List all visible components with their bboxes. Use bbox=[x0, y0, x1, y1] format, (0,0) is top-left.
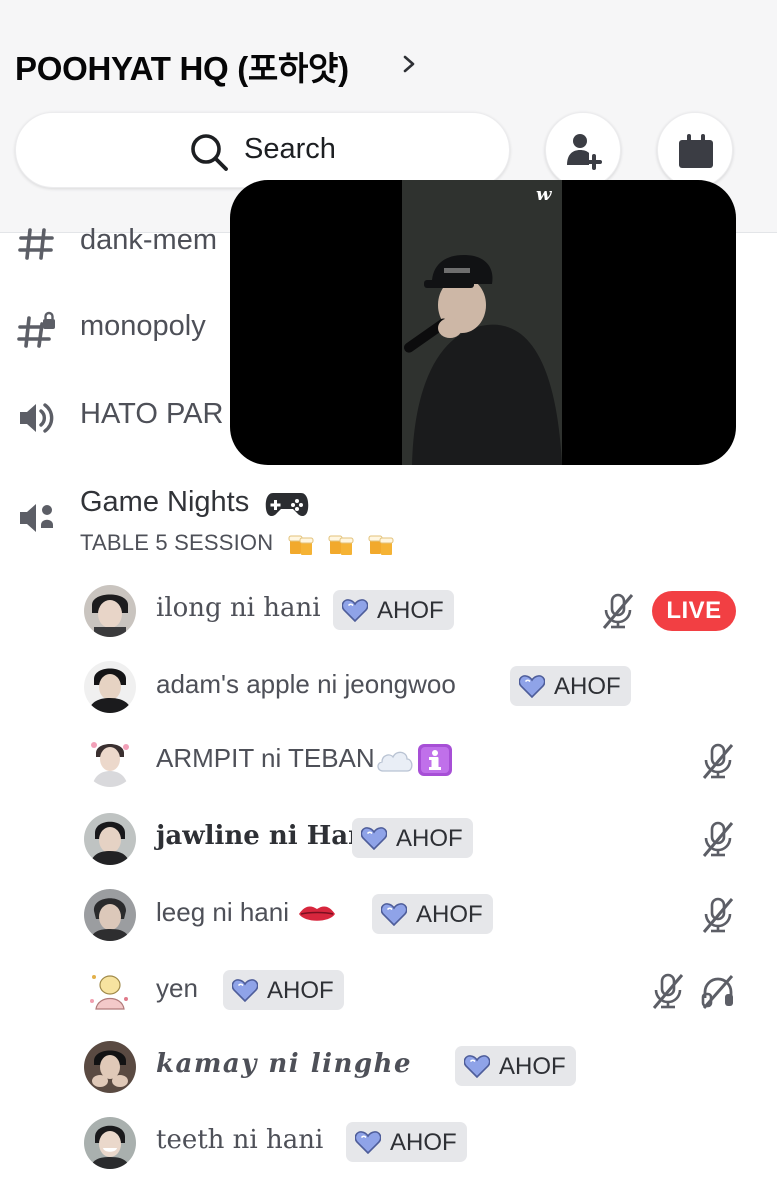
avatar bbox=[84, 1041, 136, 1093]
server-tag: AHOF bbox=[372, 894, 493, 934]
controller-emoji bbox=[266, 493, 309, 517]
channel-name: monopoly bbox=[80, 310, 206, 342]
search-icon bbox=[191, 134, 228, 171]
avatar bbox=[84, 965, 136, 1017]
voice-member[interactable]: adam's apple ni jeongwoo AHOF bbox=[0, 656, 777, 718]
server-tag: AHOF bbox=[333, 590, 454, 630]
locked-hashtag-icon bbox=[17, 311, 55, 348]
member-name: ARMPIT ni TEBAN bbox=[156, 743, 453, 777]
performer-image bbox=[402, 180, 562, 465]
avatar bbox=[84, 889, 136, 941]
member-name: adam's apple ni jeongwoo bbox=[156, 669, 456, 699]
heart-icon bbox=[519, 675, 545, 698]
heart-icon bbox=[381, 903, 407, 926]
heart-icon bbox=[342, 599, 368, 622]
muted-mic-icon bbox=[702, 821, 734, 857]
muted-mic-icon bbox=[602, 593, 634, 629]
beer-emoji bbox=[368, 535, 394, 556]
member-name: ilong ni hani bbox=[156, 593, 321, 623]
avatar bbox=[84, 1117, 136, 1169]
server-tag: AHOF bbox=[455, 1046, 576, 1086]
add-friend-button[interactable] bbox=[545, 112, 621, 188]
member-name: leeg ni hani bbox=[156, 897, 337, 928]
weverse-logo: w bbox=[536, 184, 552, 205]
heart-icon bbox=[464, 1055, 490, 1078]
voice-member[interactable]: leeg ni hani AHOF bbox=[0, 884, 777, 946]
voice-member[interactable]: teeth ni hani AHOF bbox=[0, 1112, 777, 1174]
lips-emoji bbox=[299, 906, 335, 921]
muted-mic-icon bbox=[702, 743, 734, 779]
video-frame bbox=[402, 180, 562, 465]
heart-icon bbox=[361, 827, 387, 850]
channel-game-nights[interactable]: Game Nights bbox=[0, 476, 777, 536]
voice-speaker-icon bbox=[20, 504, 53, 532]
events-button[interactable] bbox=[657, 112, 733, 188]
channel-name: dank-mem bbox=[80, 224, 217, 256]
add-friend-icon bbox=[567, 134, 602, 170]
voice-member[interactable]: ARMPIT ni TEBAN bbox=[0, 730, 777, 792]
member-name: yen bbox=[156, 973, 198, 1003]
cloud-emoji bbox=[377, 751, 413, 772]
heart-icon bbox=[355, 1131, 381, 1154]
beer-emoji bbox=[328, 535, 354, 556]
server-tag: AHOF bbox=[352, 818, 473, 858]
voice-member[interactable]: jawline ni Hani AHOF bbox=[0, 808, 777, 870]
avatar bbox=[84, 813, 136, 865]
member-name: jawline ni Hani bbox=[156, 821, 377, 851]
avatar bbox=[84, 585, 136, 637]
server-title[interactable]: POOHYAT HQ (포하얏) bbox=[15, 42, 349, 90]
avatar bbox=[84, 735, 136, 787]
member-name: teeth ni hani bbox=[156, 1125, 324, 1155]
muted-mic-icon bbox=[652, 973, 684, 1009]
muted-mic-icon bbox=[702, 897, 734, 933]
server-tag: AHOF bbox=[510, 666, 631, 706]
voice-member[interactable]: kamay ni linghe AHOF bbox=[0, 1036, 777, 1098]
channel-status: TABLE 5 SESSION bbox=[80, 530, 396, 557]
pip-video-player[interactable]: w bbox=[230, 180, 736, 465]
info-emoji bbox=[417, 744, 452, 777]
channel-name: HATO PAR bbox=[80, 398, 224, 430]
search-label: Search bbox=[244, 133, 336, 165]
speaker-icon bbox=[20, 403, 54, 433]
hashtag-icon bbox=[18, 228, 54, 260]
server-tag: AHOF bbox=[346, 1122, 467, 1162]
voice-member[interactable]: yen AHOF bbox=[0, 960, 777, 1022]
channel-name: Game Nights bbox=[80, 486, 309, 519]
chevron-right-icon[interactable] bbox=[398, 48, 420, 80]
server-tag: AHOF bbox=[223, 970, 344, 1010]
calendar-icon bbox=[679, 134, 713, 168]
deafened-headphones-icon bbox=[701, 975, 734, 1009]
voice-member[interactable]: ilong ni hani AHOF LIVE bbox=[0, 580, 777, 642]
member-name: kamay ni linghe bbox=[156, 1049, 412, 1079]
heart-icon bbox=[232, 979, 258, 1002]
beer-emoji bbox=[288, 535, 314, 556]
live-badge[interactable]: LIVE bbox=[652, 591, 736, 631]
avatar bbox=[84, 661, 136, 713]
search-bar[interactable]: Search bbox=[15, 112, 510, 188]
